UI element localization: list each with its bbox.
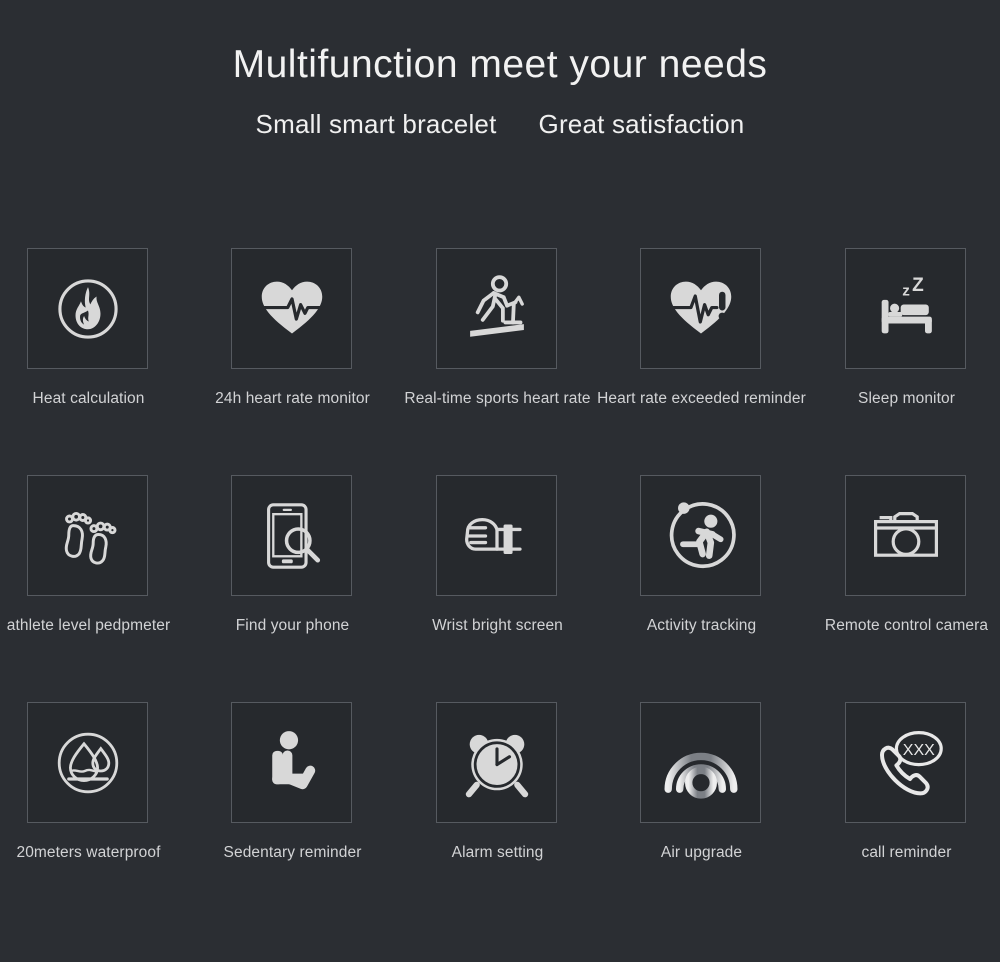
flame-in-circle-icon xyxy=(49,270,127,348)
feature-label: athlete level pedpmeter xyxy=(6,617,171,634)
features-grid: Heat calculation 24h heart rate monitor xyxy=(7,248,988,929)
headings-block: Multifunction meet your needs Small smar… xyxy=(0,0,1000,140)
feature-cell-remote-control-camera[interactable]: Remote control camera xyxy=(825,475,988,634)
feature-cell-heart-rate-exceeded-reminder[interactable]: Heart rate exceeded reminder xyxy=(597,248,806,407)
feature-label: Remote control camera xyxy=(824,617,989,634)
svg-text:z: z xyxy=(902,282,910,299)
feature-cell-heat-calculation[interactable]: Heat calculation xyxy=(27,248,150,407)
feature-label: Activity tracking xyxy=(646,617,757,634)
feature-label: 24h heart rate monitor xyxy=(215,390,370,407)
phone-search-icon xyxy=(253,497,331,575)
feature-label: Wrist bright screen xyxy=(432,617,563,634)
heart-pulse-icon xyxy=(256,273,328,345)
svg-text:Z: Z xyxy=(912,274,924,295)
feature-grid-page: Multifunction meet your needs Small smar… xyxy=(0,0,1000,962)
wrist-fist-icon xyxy=(456,495,538,577)
feature-tile[interactable] xyxy=(436,475,557,596)
feature-cell-wrist-bright-screen[interactable]: Wrist bright screen xyxy=(432,475,563,634)
feature-tile[interactable] xyxy=(27,248,148,369)
alarm-clock-icon xyxy=(458,724,536,802)
feature-tile[interactable]: XXX xyxy=(845,702,966,823)
feature-row: 20meters waterproof Sedentary reminder A… xyxy=(16,702,973,929)
feature-tile[interactable] xyxy=(27,475,148,596)
feature-tile[interactable] xyxy=(640,475,761,596)
feature-cell-find-your-phone[interactable]: Find your phone xyxy=(231,475,354,634)
feature-tile[interactable] xyxy=(231,248,352,369)
feature-cell-alarm-setting[interactable]: Alarm setting xyxy=(436,702,559,861)
subtitle-row: Small smart bracelet Great satisfaction xyxy=(0,109,1000,140)
feature-label: Real-time sports heart rate xyxy=(404,390,591,407)
feature-cell-athlete-level-pedpmeter[interactable]: athlete level pedpmeter xyxy=(7,475,170,634)
feature-cell-activity-tracking[interactable]: Activity tracking xyxy=(640,475,763,634)
subtitle-left: Small smart bracelet xyxy=(255,108,497,139)
feature-tile[interactable]: z Z xyxy=(845,248,966,369)
page-title: Multifunction meet your needs xyxy=(232,43,768,86)
feature-cell-20meters-waterproof[interactable]: 20meters waterproof xyxy=(16,702,160,861)
feature-label: Air upgrade xyxy=(660,844,743,861)
feature-cell-24h-heart-rate-monitor[interactable]: 24h heart rate monitor xyxy=(215,248,370,407)
feature-tile[interactable] xyxy=(436,702,557,823)
subtitle-right: Great satisfaction xyxy=(538,108,745,139)
radio-waves-icon xyxy=(660,722,742,804)
feature-label: Heat calculation xyxy=(32,390,145,407)
feature-cell-air-upgrade[interactable]: Air upgrade xyxy=(640,702,763,861)
bed-sleep-icon: z Z xyxy=(868,271,944,347)
feature-cell-real-time-sports-heart-rate[interactable]: Real-time sports heart rate xyxy=(404,248,590,407)
feature-cell-sleep-monitor[interactable]: z Z Sleep monitor xyxy=(845,248,968,407)
feature-tile[interactable] xyxy=(436,248,557,369)
feature-tile[interactable] xyxy=(845,475,966,596)
feature-tile[interactable] xyxy=(27,702,148,823)
feature-tile[interactable] xyxy=(231,702,352,823)
feature-label: Heart rate exceeded reminder xyxy=(597,390,806,407)
feature-tile[interactable] xyxy=(640,248,761,369)
seated-person-icon xyxy=(254,725,330,801)
feature-label: Sedentary reminder xyxy=(223,844,362,861)
phone-call-bubble-icon: XXX xyxy=(866,723,946,803)
bubble-text: XXX xyxy=(902,742,934,759)
feature-tile[interactable] xyxy=(231,475,352,596)
feature-label: Find your phone xyxy=(235,617,350,634)
treadmill-runner-icon xyxy=(455,267,539,351)
feature-label: call reminder xyxy=(861,844,952,861)
feature-label: Sleep monitor xyxy=(858,390,955,407)
feature-cell-sedentary-reminder[interactable]: Sedentary reminder xyxy=(224,702,361,861)
feature-cell-call-reminder[interactable]: XXX call reminder xyxy=(845,702,968,861)
feature-row: Heat calculation 24h heart rate monitor xyxy=(27,248,973,475)
heart-pulse-alert-icon xyxy=(665,273,737,345)
camera-icon xyxy=(866,496,946,576)
feature-label: Alarm setting xyxy=(451,844,544,861)
footprints-icon xyxy=(51,499,125,573)
feature-tile[interactable] xyxy=(640,702,761,823)
runner-in-circle-icon xyxy=(660,495,742,577)
feature-label: 20meters waterproof xyxy=(16,844,161,861)
feature-row: athlete level pedpmeter Find your phone … xyxy=(7,475,988,702)
waterdrop-in-circle-icon xyxy=(48,723,128,803)
